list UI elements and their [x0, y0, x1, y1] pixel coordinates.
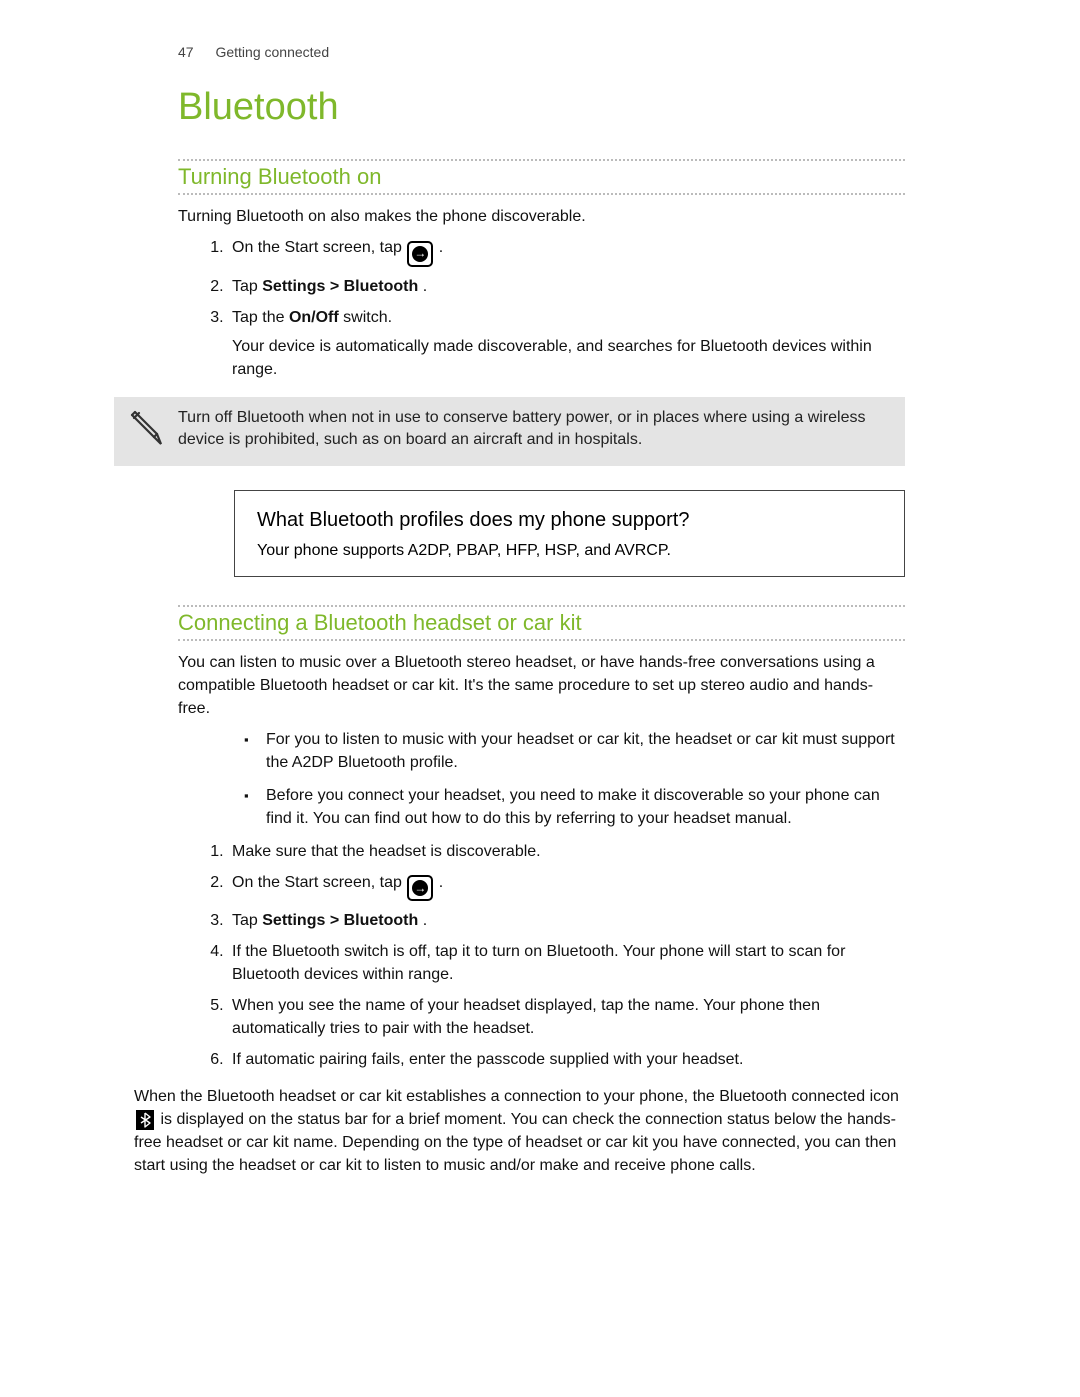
outro-text-pre: When the Bluetooth headset or car kit es… [134, 1088, 899, 1105]
step-subtext: Your device is automatically made discov… [232, 335, 905, 381]
step-text: . [439, 874, 443, 891]
step-item: Make sure that the headset is discoverab… [228, 840, 905, 863]
step-text: . [423, 912, 427, 929]
bullet-item: Before you connect your headset, you nee… [264, 784, 905, 830]
step-item: Tap Settings > Bluetooth . [228, 275, 905, 298]
outro-text: When the Bluetooth headset or car kit es… [134, 1085, 905, 1177]
bullet-item: For you to listen to music with your hea… [264, 728, 905, 774]
step-text: switch. [343, 309, 392, 326]
header-section-name: Getting connected [215, 44, 329, 60]
arrow-circle-icon: → [407, 241, 433, 267]
page-number: 47 [178, 44, 194, 60]
divider [178, 605, 905, 607]
arrow-circle-icon: → [407, 875, 433, 901]
step-item: Tap the On/Off switch. Your device is au… [228, 306, 905, 381]
intro-text: Turning Bluetooth on also makes the phon… [178, 205, 905, 228]
page-header: 47 Getting connected [178, 44, 905, 60]
step-text: Tap [232, 912, 262, 929]
step-bold: On/Off [289, 309, 339, 326]
page-title: Bluetooth [178, 86, 905, 129]
note-text: Turn off Bluetooth when not in use to co… [178, 407, 889, 451]
faq-box: What Bluetooth profiles does my phone su… [234, 490, 905, 577]
step-item: On the Start screen, tap → . [228, 871, 905, 902]
steps-list-turn-on: On the Start screen, tap → . Tap Setting… [178, 236, 905, 381]
steps-list-connect: Make sure that the headset is discoverab… [178, 840, 905, 1072]
step-text: On the Start screen, tap [232, 874, 406, 891]
manual-page: 47 Getting connected Bluetooth Turning B… [0, 0, 1080, 1397]
divider [178, 193, 905, 195]
intro-text: You can listen to music over a Bluetooth… [178, 651, 905, 720]
step-bold: Settings > Bluetooth [262, 278, 418, 295]
step-text: Tap [232, 278, 262, 295]
step-text: . [423, 278, 427, 295]
step-item: On the Start screen, tap → . [228, 236, 905, 267]
divider [178, 159, 905, 161]
step-item: If the Bluetooth switch is off, tap it t… [228, 940, 905, 986]
step-item: When you see the name of your headset di… [228, 994, 905, 1040]
section-heading-connecting: Connecting a Bluetooth headset or car ki… [178, 610, 905, 636]
step-bold: Settings > Bluetooth [262, 912, 418, 929]
pencil-icon [124, 409, 164, 456]
section-heading-turning-on: Turning Bluetooth on [178, 164, 905, 190]
divider [178, 639, 905, 641]
step-text: . [439, 239, 443, 256]
step-item: Tap Settings > Bluetooth . [228, 909, 905, 932]
step-item: If automatic pairing fails, enter the pa… [228, 1048, 905, 1071]
faq-answer: Your phone supports A2DP, PBAP, HFP, HSP… [257, 542, 882, 560]
note-callout: Turn off Bluetooth when not in use to co… [114, 397, 905, 466]
step-text: On the Start screen, tap [232, 239, 406, 256]
outro-text-post: is displayed on the status bar for a bri… [134, 1111, 896, 1174]
bullet-list: For you to listen to music with your hea… [228, 728, 905, 830]
step-text: Tap the [232, 309, 289, 326]
faq-question: What Bluetooth profiles does my phone su… [257, 509, 882, 532]
bluetooth-connected-icon [136, 1110, 154, 1130]
